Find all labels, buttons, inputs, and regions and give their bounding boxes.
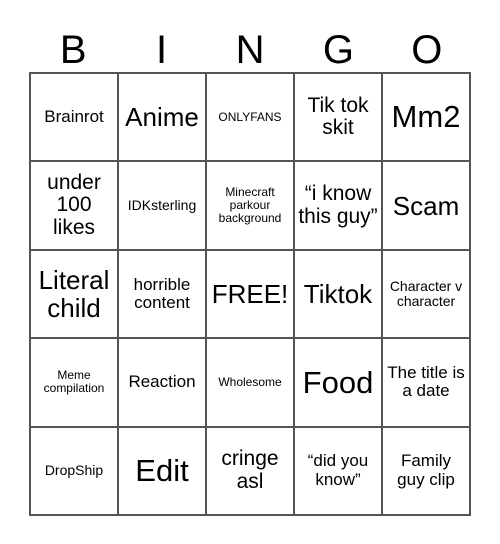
bingo-cell-i5[interactable]: Edit <box>119 427 207 516</box>
bingo-cell-o4[interactable]: The title is a date <box>383 339 471 428</box>
bingo-cell-label: Character v character <box>389 277 463 309</box>
bingo-cell-label: “i know this guy” <box>298 181 378 228</box>
bingo-cell-label: Scam <box>392 190 460 221</box>
bingo-cell-label: IDKsterling <box>127 197 197 214</box>
bingo-grid: Brainrot Anime ONLYFANS Tik tok skit Mm2… <box>29 72 471 516</box>
bingo-cell-label: Tiktok <box>303 278 373 309</box>
bingo-cell-label: Reaction <box>128 372 196 392</box>
bingo-cell-label: Food <box>302 364 374 400</box>
bingo-cell-n2[interactable]: Minecraft parkour background <box>207 162 295 251</box>
bingo-cell-b3[interactable]: Literal child <box>31 250 119 340</box>
bingo-cell-i1[interactable]: Anime <box>119 74 207 163</box>
bingo-cell-o3[interactable]: Character v character <box>383 250 471 340</box>
bingo-cell-i4[interactable]: Reaction <box>119 339 207 428</box>
bingo-header-letter-i: I <box>156 28 168 72</box>
bingo-cell-label: Family guy clip <box>397 451 455 489</box>
bingo-cell-label: Brainrot <box>44 107 104 127</box>
bingo-header-letter-g: G <box>322 28 354 72</box>
bingo-card: B I N G O Brainrot Anime ONLYFANS Tik to… <box>29 18 471 516</box>
bingo-cell-label: cringe asl <box>221 447 279 493</box>
bingo-cell-b5[interactable]: DropShip <box>31 427 119 516</box>
bingo-cell-label: Minecraft parkour background <box>218 185 282 226</box>
bingo-cell-b1[interactable]: Brainrot <box>31 74 119 163</box>
bingo-cell-label: “did you know” <box>307 451 369 489</box>
bingo-cell-label: Tik tok skit <box>307 93 369 140</box>
bingo-cell-o5[interactable]: Family guy clip <box>383 427 471 516</box>
bingo-cell-label: The title is a date <box>387 363 465 401</box>
bingo-cell-label: ONLYFANS <box>218 109 282 124</box>
bingo-cell-g3[interactable]: Tiktok <box>295 250 383 340</box>
bingo-cell-i3[interactable]: horrible content <box>119 250 207 340</box>
bingo-cell-label: Edit <box>135 453 189 489</box>
bingo-cell-o1[interactable]: Mm2 <box>383 74 471 163</box>
bingo-cell-n4[interactable]: Wholesome <box>207 339 295 428</box>
bingo-cell-label: Meme compilation <box>43 368 105 396</box>
bingo-header-letter-n: N <box>235 28 265 72</box>
bingo-cell-o2[interactable]: Scam <box>383 162 471 251</box>
bingo-cell-n1[interactable]: ONLYFANS <box>207 74 295 163</box>
bingo-header-letter-b: B <box>59 28 87 72</box>
bingo-cell-label: FREE! <box>211 278 289 309</box>
bingo-cell-g2[interactable]: “i know this guy” <box>295 162 383 251</box>
bingo-header-letter-o: O <box>411 28 443 72</box>
bingo-cell-label: Literal child <box>38 264 110 323</box>
bingo-header-row: B I N G O <box>29 18 471 72</box>
bingo-cell-i2[interactable]: IDKsterling <box>119 162 207 251</box>
bingo-cell-label: Wholesome <box>218 374 282 389</box>
bingo-cell-g4[interactable]: Food <box>295 339 383 428</box>
bingo-cell-label: DropShip <box>44 462 104 479</box>
bingo-cell-g5[interactable]: “did you know” <box>295 427 383 516</box>
bingo-cell-label: under 100 likes <box>47 170 101 239</box>
bingo-cell-n5[interactable]: cringe asl <box>207 427 295 516</box>
bingo-cell-label: Mm2 <box>391 99 461 135</box>
bingo-cell-label: Anime <box>125 102 199 133</box>
bingo-cell-free-space[interactable]: FREE! <box>207 250 295 340</box>
bingo-cell-b2[interactable]: under 100 likes <box>31 162 119 251</box>
bingo-cell-b4[interactable]: Meme compilation <box>31 339 119 428</box>
bingo-cell-g1[interactable]: Tik tok skit <box>295 74 383 163</box>
bingo-cell-label: horrible content <box>133 274 191 312</box>
